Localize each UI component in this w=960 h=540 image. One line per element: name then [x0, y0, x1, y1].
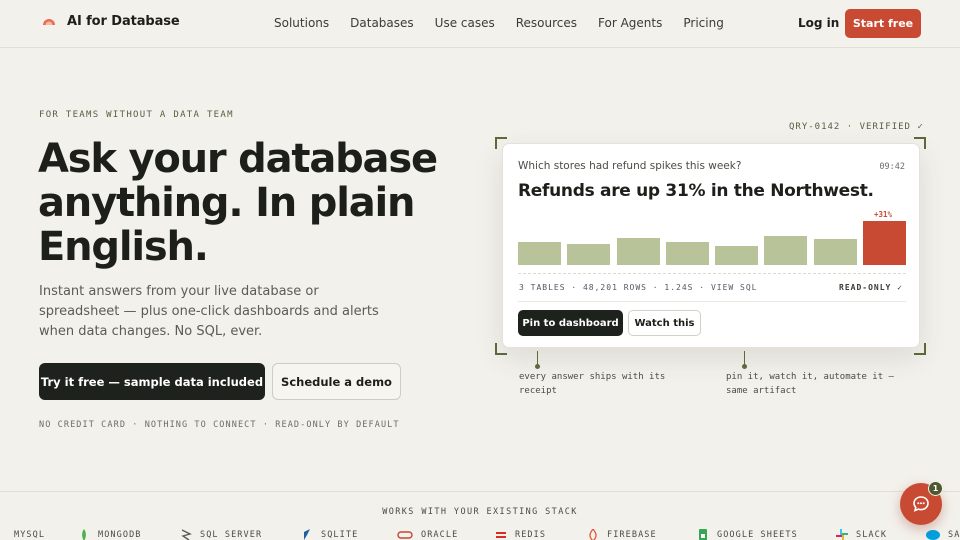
firebase-icon	[589, 529, 597, 540]
connector-dot	[742, 351, 747, 369]
sqlite-icon	[304, 529, 310, 540]
pin-to-dashboard-button[interactable]: Pin to dashboard	[518, 310, 623, 336]
integration-oracle: ORACLE	[397, 529, 458, 540]
sql-server-icon	[181, 529, 192, 540]
integrations-title: WORKS WITH YOUR EXISTING STACK	[382, 507, 578, 517]
query-id-label: QRY-0142 · VERIFIED ✓	[789, 122, 924, 132]
watch-this-button[interactable]: Watch this	[628, 310, 701, 336]
divider	[518, 301, 906, 302]
nav-links: Solutions Databases Use cases Resources …	[274, 16, 724, 30]
integration-salesforce: SA	[926, 529, 960, 540]
card-meta[interactable]: 3 TABLES · 48,201 ROWS · 1.24S · VIEW SQ…	[519, 283, 757, 292]
hero-subhead: Instant answers from your live database …	[39, 284, 379, 339]
integration-redis: REDIS	[495, 529, 546, 540]
nav-pricing[interactable]: Pricing	[683, 16, 723, 30]
salesforce-icon	[926, 530, 940, 540]
integration-sqlite: SQLITE	[301, 529, 358, 540]
integration-label: GOOGLE SHEETS	[717, 530, 798, 540]
integration-label: ORACLE	[421, 530, 459, 540]
nav-use-cases[interactable]: Use cases	[435, 16, 495, 30]
hero-eyebrow: FOR TEAMS WITHOUT A DATA TEAM	[39, 110, 234, 120]
nav-for-agents[interactable]: For Agents	[598, 16, 662, 30]
bar	[567, 244, 611, 265]
card-answer: Refunds are up 31% in the Northwest.	[518, 181, 874, 201]
integrations-strip: WORKS WITH YOUR EXISTING STACK MYSQL MON…	[0, 491, 960, 540]
integration-label: SA	[948, 530, 960, 540]
refund-bar-chart: +31%	[518, 210, 906, 265]
google-sheets-icon	[699, 529, 707, 540]
bar	[715, 246, 759, 265]
integration-label: MONGODB	[98, 530, 142, 540]
integration-slack: SLACK	[836, 529, 887, 540]
nav-databases[interactable]: Databases	[350, 16, 414, 30]
hero-headline: Ask your database anything. In plain Eng…	[38, 136, 438, 270]
integration-label: SQLITE	[321, 530, 359, 540]
mysql-icon	[0, 529, 6, 540]
answer-card: Which stores had refund spikes this week…	[502, 143, 920, 348]
integrations-logos: MYSQL MONGODB SQL SERVER SQLITE ORACLE R…	[0, 529, 960, 540]
integration-label: FIREBASE	[607, 530, 657, 540]
chat-unread-badge: 1	[928, 481, 943, 496]
integration-mongodb: MONGODB	[78, 529, 142, 540]
bar	[518, 242, 561, 265]
readonly-badge: READ-ONLY ✓	[839, 283, 903, 292]
integration-google-sheets: GOOGLE SHEETS	[697, 529, 798, 540]
connector-dot	[535, 351, 540, 369]
integration-label: SLACK	[856, 530, 888, 540]
start-free-button[interactable]: Start free	[845, 9, 921, 38]
divider	[518, 273, 906, 274]
integration-mysql: MYSQL	[0, 529, 45, 540]
schedule-demo-button[interactable]: Schedule a demo	[272, 363, 401, 400]
bar	[665, 242, 709, 265]
top-nav: AI for Database Solutions Databases Use …	[0, 0, 960, 48]
note-artifact: pin it, watch it, automate it — same art…	[726, 372, 894, 396]
note-receipt: every answer ships with its receipt	[519, 372, 666, 396]
integration-label: SQL SERVER	[200, 530, 263, 540]
brand-sun-icon	[43, 18, 55, 25]
bar	[616, 238, 660, 265]
chat-bubble-icon	[913, 496, 929, 512]
hero-fineprint: NO CREDIT CARD · NOTHING TO CONNECT · RE…	[39, 420, 400, 430]
bar-highlight	[863, 221, 906, 265]
brand-logo[interactable]: AI for Database	[42, 14, 180, 29]
integration-firebase: FIREBASE	[587, 529, 657, 540]
slack-icon	[836, 529, 848, 540]
redis-icon	[496, 532, 506, 538]
bar	[813, 239, 857, 265]
integration-sql-server: SQL SERVER	[180, 529, 262, 540]
login-link[interactable]: Log in	[798, 16, 839, 30]
card-question: Which stores had refund spikes this week…	[518, 160, 742, 172]
card-time: 09:42	[879, 162, 905, 172]
integration-label: REDIS	[515, 530, 547, 540]
oracle-icon	[397, 531, 413, 539]
brand-name: AI for Database	[67, 14, 180, 29]
mongodb-icon	[82, 529, 86, 540]
bar-highlight-label: +31%	[874, 210, 893, 219]
try-free-button[interactable]: Try it free — sample data included	[39, 363, 265, 400]
nav-solutions[interactable]: Solutions	[274, 16, 329, 30]
nav-resources[interactable]: Resources	[516, 16, 577, 30]
bar	[764, 236, 808, 265]
integration-label: MYSQL	[14, 530, 46, 540]
